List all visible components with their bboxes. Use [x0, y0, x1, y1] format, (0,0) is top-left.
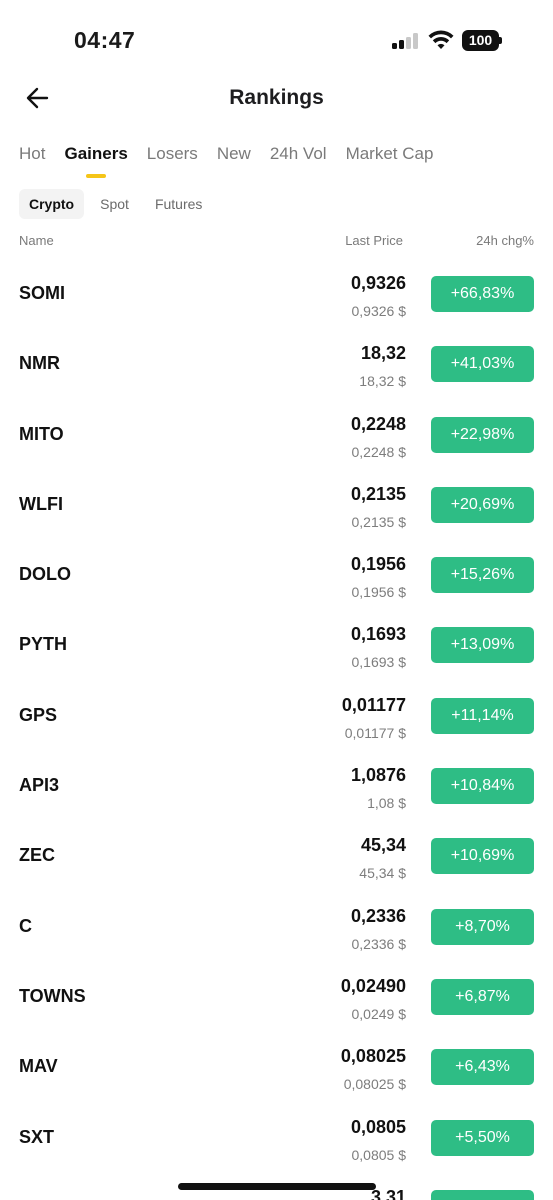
price-usd: 0,1693 $: [351, 654, 407, 671]
cellular-signal-icon: [392, 33, 420, 49]
home-indicator[interactable]: [178, 1183, 376, 1190]
change-badge: +41,03%: [431, 346, 534, 383]
coin-symbol: PYTH: [19, 634, 68, 655]
tab-hot[interactable]: Hot: [19, 140, 45, 180]
last-price: 18,32: [360, 343, 406, 364]
list-item[interactable]: DOLO 0,1956 0,1956 $ +15,26%: [0, 540, 553, 610]
change-badge: +10,84%: [431, 768, 534, 805]
coin-symbol: API3: [19, 775, 60, 796]
change-badge: +13,09%: [431, 627, 534, 664]
wifi-icon: [428, 30, 454, 49]
price-usd: 0,01177 $: [344, 724, 406, 741]
list-item[interactable]: MITO 0,2248 0,2248 $ +22,98%: [0, 400, 553, 470]
status-time: 04:47: [74, 27, 136, 53]
price-usd: 1,08 $: [367, 795, 406, 812]
price-usd: 0,2248 $: [351, 443, 407, 460]
last-price: 0,0805: [350, 1116, 406, 1137]
coin-symbol: ZEC: [19, 845, 55, 866]
change-badge: +11,14%: [431, 697, 534, 734]
tab-new[interactable]: New: [217, 140, 251, 180]
last-price: 0,02490: [340, 975, 406, 996]
battery-level: 100: [462, 30, 499, 51]
last-price: 0,2135: [350, 483, 406, 504]
list-item[interactable]: GPS 0,01177 0,01177 $ +11,14%: [0, 681, 553, 751]
last-price: 0,2336: [350, 905, 406, 926]
list-item[interactable]: C 0,2336 0,2336 $ +8,70%: [0, 892, 553, 962]
coin-symbol: MITO: [19, 423, 64, 444]
column-header: Name Last Price 24h chg%: [19, 233, 534, 251]
column-last-price: Last Price: [345, 233, 403, 248]
change-badge: [431, 1189, 534, 1200]
coin-symbol: MAV: [19, 1056, 58, 1077]
coin-symbol: WLFI: [19, 493, 63, 514]
change-badge: +15,26%: [431, 557, 534, 594]
change-badge: +6,87%: [431, 978, 534, 1015]
ranking-tabs: Hot Gainers Losers New 24h Vol Market Ca…: [19, 140, 452, 180]
market-type-tabs: Crypto Spot Futures: [19, 189, 212, 219]
price-usd: 0,08025 $: [343, 1076, 406, 1093]
list-item[interactable]: MAV 0,08025 0,08025 $ +6,43%: [0, 1032, 553, 1102]
list-item[interactable]: PYTH 0,1693 0,1693 $ +13,09%: [0, 610, 553, 680]
change-badge: +20,69%: [431, 486, 534, 523]
last-price: 0,08025: [340, 1046, 406, 1067]
price-usd: 0,0805 $: [351, 1146, 407, 1163]
subtab-spot[interactable]: Spot: [90, 189, 139, 219]
coin-symbol: SOMI: [19, 283, 66, 303]
list-item[interactable]: TOWNS 0,02490 0,0249 $ +6,87%: [0, 962, 553, 1032]
coin-symbol: GPS: [19, 704, 58, 725]
list-item[interactable]: ZEC 45,34 45,34 $ +10,69%: [0, 821, 553, 891]
price-usd: 0,9326 $: [351, 303, 407, 319]
list-item[interactable]: NMR 18,32 18,32 $ +41,03%: [0, 329, 553, 399]
coin-symbol: DOLO: [19, 564, 71, 585]
tab-gainers[interactable]: Gainers: [64, 140, 127, 180]
change-badge: +66,83%: [431, 276, 534, 312]
last-price: 45,34: [360, 835, 406, 856]
price-usd: 0,0249 $: [351, 1005, 407, 1022]
ranking-list: SOMI 0,9326 0,9326 $ +66,83% NMR 18,32 1…: [0, 259, 553, 1200]
coin-symbol: SXT: [19, 1126, 55, 1147]
last-price: 3,31: [370, 1186, 406, 1200]
tab-market-cap[interactable]: Market Cap: [346, 140, 434, 180]
last-price: 0,2248: [350, 413, 406, 434]
list-item[interactable]: SOMI 0,9326 0,9326 $ +66,83%: [0, 259, 553, 329]
column-24h-change: 24h chg%: [476, 233, 534, 248]
price-usd: 18,32 $: [359, 373, 406, 390]
price-usd: 45,34 $: [359, 865, 406, 882]
list-item[interactable]: WLFI 0,2135 0,2135 $ +20,69%: [0, 470, 553, 540]
change-badge: +8,70%: [431, 908, 534, 945]
change-badge: +22,98%: [431, 416, 534, 453]
page-title: Rankings: [229, 86, 324, 109]
coin-symbol: TOWNS: [19, 985, 86, 1006]
change-badge: +10,69%: [431, 838, 534, 875]
header: Rankings: [0, 70, 553, 128]
last-price: 0,01177: [341, 694, 406, 715]
subtab-crypto[interactable]: Crypto: [19, 189, 85, 219]
status-bar: 04:47 100: [0, 0, 553, 80]
price-usd: 0,2336 $: [351, 935, 407, 952]
last-price: 0,1693: [350, 624, 406, 645]
subtab-futures[interactable]: Futures: [145, 189, 212, 219]
last-price: 1,0876: [350, 765, 406, 786]
list-item[interactable]: SXT 0,0805 0,0805 $ +5,50%: [0, 1103, 553, 1173]
last-price: 0,1956: [350, 554, 406, 575]
battery-icon: 100: [462, 30, 502, 51]
tab-24h-vol[interactable]: 24h Vol: [270, 140, 327, 180]
change-badge: +6,43%: [431, 1049, 534, 1086]
coin-symbol: C: [19, 915, 32, 936]
list-item[interactable]: API3 1,0876 1,08 $ +10,84%: [0, 751, 553, 821]
price-usd: 0,1956 $: [351, 584, 407, 601]
change-badge: +5,50%: [431, 1119, 534, 1156]
price-usd: 0,2135 $: [351, 513, 407, 530]
column-name: Name: [19, 233, 54, 248]
coin-symbol: NMR: [19, 353, 60, 374]
tab-losers[interactable]: Losers: [147, 140, 198, 180]
last-price: 0,9326: [350, 273, 406, 293]
